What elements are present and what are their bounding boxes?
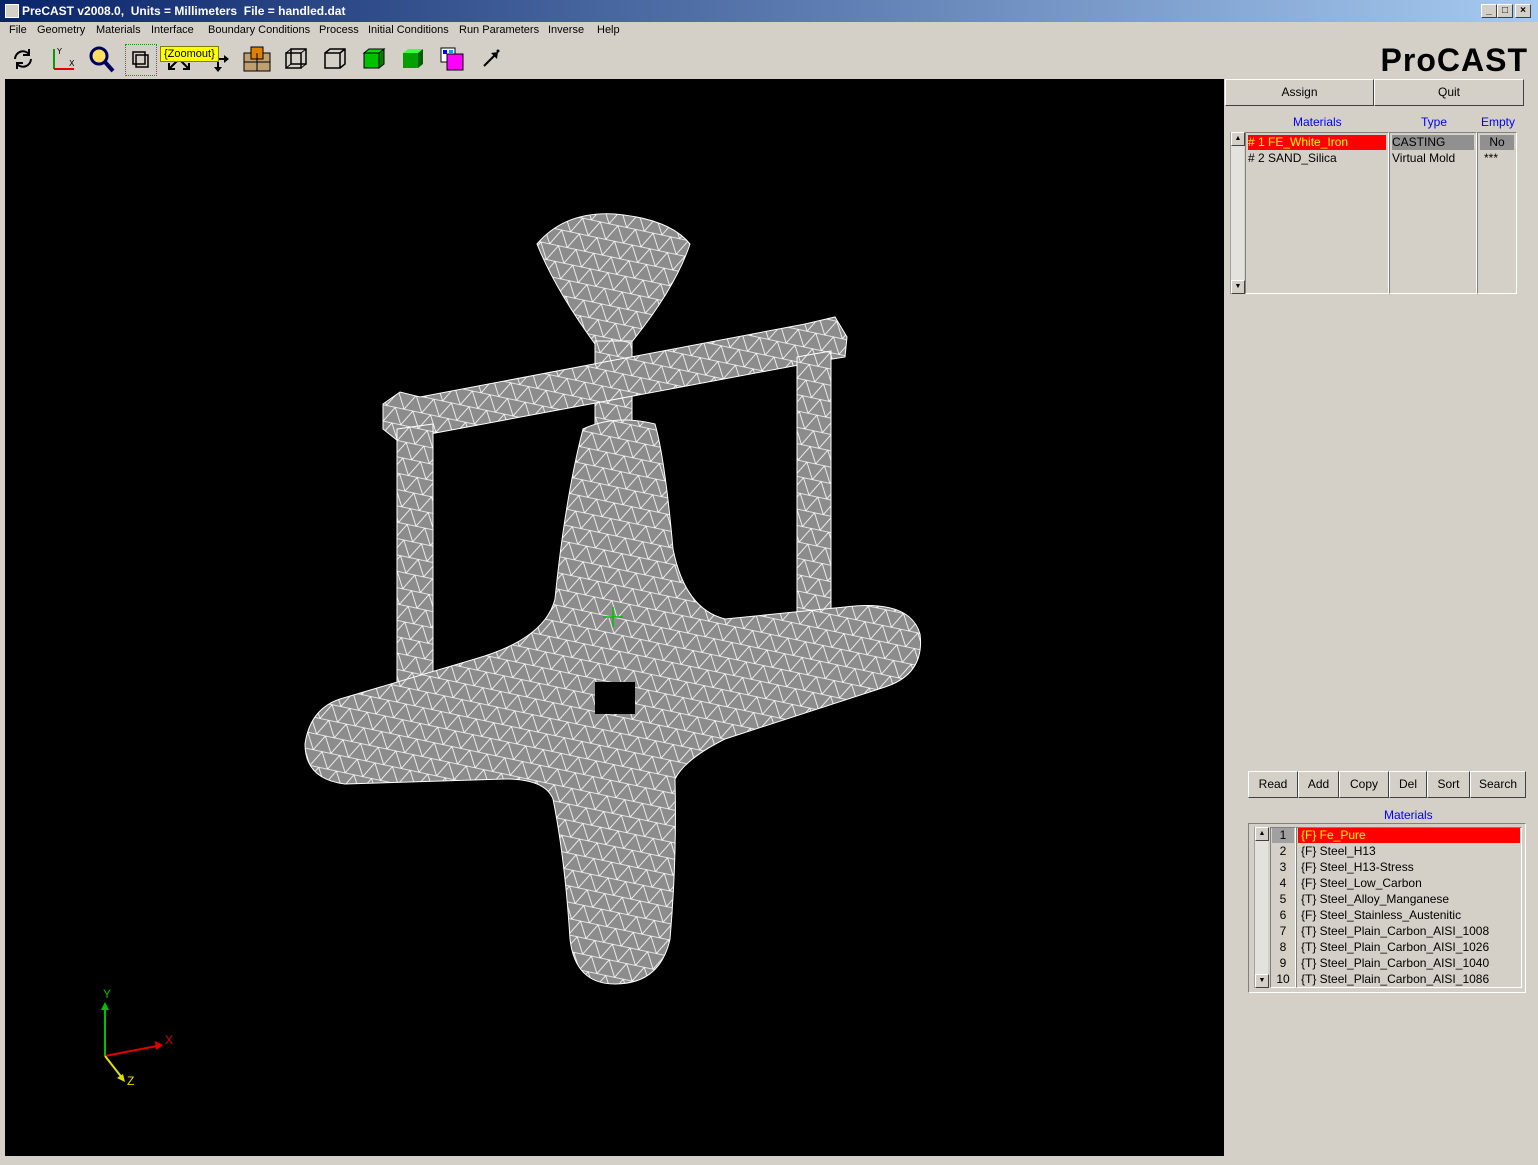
material-type-cell[interactable]: Virtual Mold: [1392, 151, 1474, 166]
material-number: 1: [1272, 828, 1294, 843]
title-bar: PreCAST v2008.0, Units = Millimeters Fil…: [0, 0, 1538, 22]
database-material-row[interactable]: {F} Fe_Pure: [1298, 828, 1520, 843]
outline-icon[interactable]: [320, 44, 350, 74]
copy-button[interactable]: Copy: [1339, 771, 1389, 798]
graphics-viewport[interactable]: Y X Z: [5, 79, 1224, 1156]
sort-button[interactable]: Sort: [1427, 771, 1470, 798]
material-number: 2: [1279, 844, 1287, 858]
menu-bar: File Geometry Materials Interface Bounda…: [0, 22, 1538, 40]
axis-triad: [101, 1002, 163, 1082]
database-material-row[interactable]: {T} Steel_Plain_Carbon_AISI_1026: [1298, 940, 1520, 955]
material-number-column: 1 2 3 4 5 6 7 8 9 10: [1270, 827, 1296, 988]
material-number: 7: [1279, 924, 1287, 938]
assigned-materials-list[interactable]: # 1 FE_White_Iron # 2 SAND_Silica: [1245, 132, 1389, 294]
solid-icon[interactable]: [359, 44, 389, 74]
assigned-material-row[interactable]: # 1 FE_White_Iron: [1248, 135, 1386, 150]
scroll-down-arrow[interactable]: ▼: [1255, 974, 1269, 988]
type-header: Type: [1421, 115, 1448, 129]
menu-run-parameters[interactable]: Run Parameters: [459, 24, 539, 36]
zoom-icon[interactable]: [86, 44, 116, 74]
menu-geometry[interactable]: Geometry: [37, 24, 85, 36]
mesh-icon[interactable]: [242, 44, 272, 74]
wireframe-icon[interactable]: [281, 44, 311, 74]
svg-text:Y: Y: [56, 47, 62, 56]
menu-inverse[interactable]: Inverse: [548, 24, 584, 36]
database-materials-header: Materials: [1384, 808, 1433, 822]
menu-interface[interactable]: Interface: [151, 24, 194, 36]
material-empty-cell[interactable]: ***: [1480, 151, 1518, 166]
scroll-down-arrow[interactable]: ▼: [1231, 280, 1245, 294]
assigned-materials-header: Materials: [1293, 115, 1342, 129]
read-button[interactable]: Read: [1248, 771, 1298, 798]
assigned-material-row[interactable]: # 2 SAND_Silica: [1248, 151, 1386, 166]
empty-header: Empty: [1481, 115, 1516, 129]
window-title: PreCAST v2008.0, Units = Millimeters Fil…: [22, 4, 346, 18]
menu-file[interactable]: File: [9, 24, 27, 36]
rotate-icon[interactable]: [8, 44, 38, 74]
material-color-icon[interactable]: [437, 44, 467, 74]
database-material-row[interactable]: {T} Steel_Plain_Carbon_AISI_1008: [1298, 924, 1520, 939]
scroll-up-arrow[interactable]: ▲: [1231, 132, 1245, 146]
menu-materials[interactable]: Materials: [96, 24, 141, 36]
assigned-scrollbar[interactable]: ▲ ▼: [1230, 132, 1245, 294]
quit-button[interactable]: Quit: [1374, 79, 1524, 106]
minimize-button[interactable]: _: [1481, 4, 1497, 18]
database-material-row[interactable]: {F} Steel_Stainless_Austenitic: [1298, 908, 1520, 923]
axis-label-y: Y: [103, 987, 112, 1001]
material-number: 9: [1279, 956, 1287, 970]
database-material-row[interactable]: {F} Steel_Low_Carbon: [1298, 876, 1520, 891]
axis-label-x: X: [165, 1033, 174, 1047]
menu-help[interactable]: Help: [597, 24, 620, 36]
database-material-row[interactable]: {T} Steel_Alloy_Manganese: [1298, 892, 1520, 907]
app-icon: [5, 4, 19, 18]
menu-initial-conditions[interactable]: Initial Conditions: [368, 24, 449, 36]
mesh-hole: [595, 682, 635, 714]
svg-text:X: X: [69, 59, 75, 68]
scroll-up-arrow[interactable]: ▲: [1255, 827, 1269, 841]
procast-logo: ProCAST: [1380, 42, 1528, 78]
zoomout-tooltip: {Zoomout}: [160, 46, 219, 62]
database-material-row[interactable]: {T} Steel_Plain_Carbon_AISI_1086: [1298, 972, 1520, 987]
zoomout-icon[interactable]: [125, 44, 157, 76]
close-button[interactable]: ×: [1515, 4, 1531, 18]
delete-button[interactable]: Del: [1389, 771, 1427, 798]
shaded-icon[interactable]: [398, 44, 428, 74]
database-material-row[interactable]: {F} Steel_H13-Stress: [1298, 860, 1520, 875]
toolbar: YX: [0, 40, 1538, 78]
axis-label-z: Z: [127, 1074, 135, 1088]
material-empty-cell[interactable]: No: [1480, 135, 1514, 150]
menu-boundary-conditions[interactable]: Boundary Conditions: [208, 24, 310, 36]
pick-icon[interactable]: [476, 44, 506, 74]
material-type-cell[interactable]: CASTING: [1392, 135, 1474, 150]
material-number: 3: [1279, 860, 1287, 874]
menu-process[interactable]: Process: [319, 24, 359, 36]
material-type-list[interactable]: CASTING Virtual Mold: [1389, 132, 1477, 294]
material-number: 4: [1279, 876, 1287, 890]
material-number: 5: [1279, 892, 1287, 906]
assign-button[interactable]: Assign: [1225, 79, 1374, 106]
axes-icon[interactable]: YX: [47, 44, 77, 74]
search-button[interactable]: Search: [1470, 771, 1526, 798]
database-material-row[interactable]: {F} Steel_H13: [1298, 844, 1520, 859]
material-number: 10: [1276, 972, 1290, 986]
add-button[interactable]: Add: [1298, 771, 1339, 798]
material-empty-list[interactable]: No ***: [1477, 132, 1517, 294]
material-database-list[interactable]: {F} Fe_Pure {F} Steel_H13 {F} Steel_H13-…: [1296, 827, 1522, 988]
material-number: 8: [1279, 940, 1287, 954]
material-number: 6: [1279, 908, 1287, 922]
database-material-row[interactable]: {T} Steel_Plain_Carbon_AISI_1040: [1298, 956, 1520, 971]
maximize-button[interactable]: □: [1497, 4, 1513, 18]
database-scrollbar[interactable]: ▲ ▼: [1254, 827, 1269, 988]
